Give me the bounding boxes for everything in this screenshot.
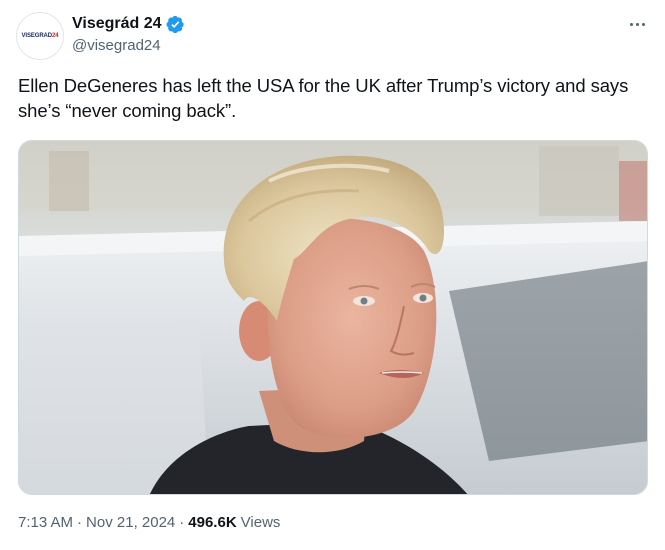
tweet-date[interactable]: Nov 21, 2024: [86, 514, 175, 531]
tweet-photo[interactable]: [18, 140, 648, 495]
more-horizontal-icon: [629, 22, 633, 26]
tweet-time[interactable]: 7:13 AM: [18, 514, 73, 531]
tweet-meta: 7:13 AM · Nov 21, 2024 · 496.6K Views: [18, 514, 280, 531]
tweet-photo-image: [19, 141, 647, 494]
views-count: 496.6K: [188, 514, 237, 531]
more-dot: [641, 22, 645, 26]
tweet-card: VISEGRAD24 Visegrád 24 @visegrad24 Ellen…: [0, 0, 665, 550]
more-options-button[interactable]: [622, 14, 652, 34]
meta-separator: ·: [179, 514, 185, 531]
avatar[interactable]: VISEGRAD24: [16, 12, 64, 60]
more-dot: [635, 22, 639, 26]
author-name-row: Visegrád 24: [72, 14, 185, 34]
author-display-name[interactable]: Visegrád 24: [72, 15, 162, 33]
meta-separator: ·: [77, 514, 83, 531]
tweet-text: Ellen DeGeneres has left the USA for the…: [18, 75, 629, 121]
avatar-logo: VISEGRAD24: [21, 33, 59, 39]
verified-badge-icon: [166, 15, 184, 33]
author-handle[interactable]: @visegrad24: [72, 37, 161, 54]
views-label: Views: [240, 514, 281, 531]
